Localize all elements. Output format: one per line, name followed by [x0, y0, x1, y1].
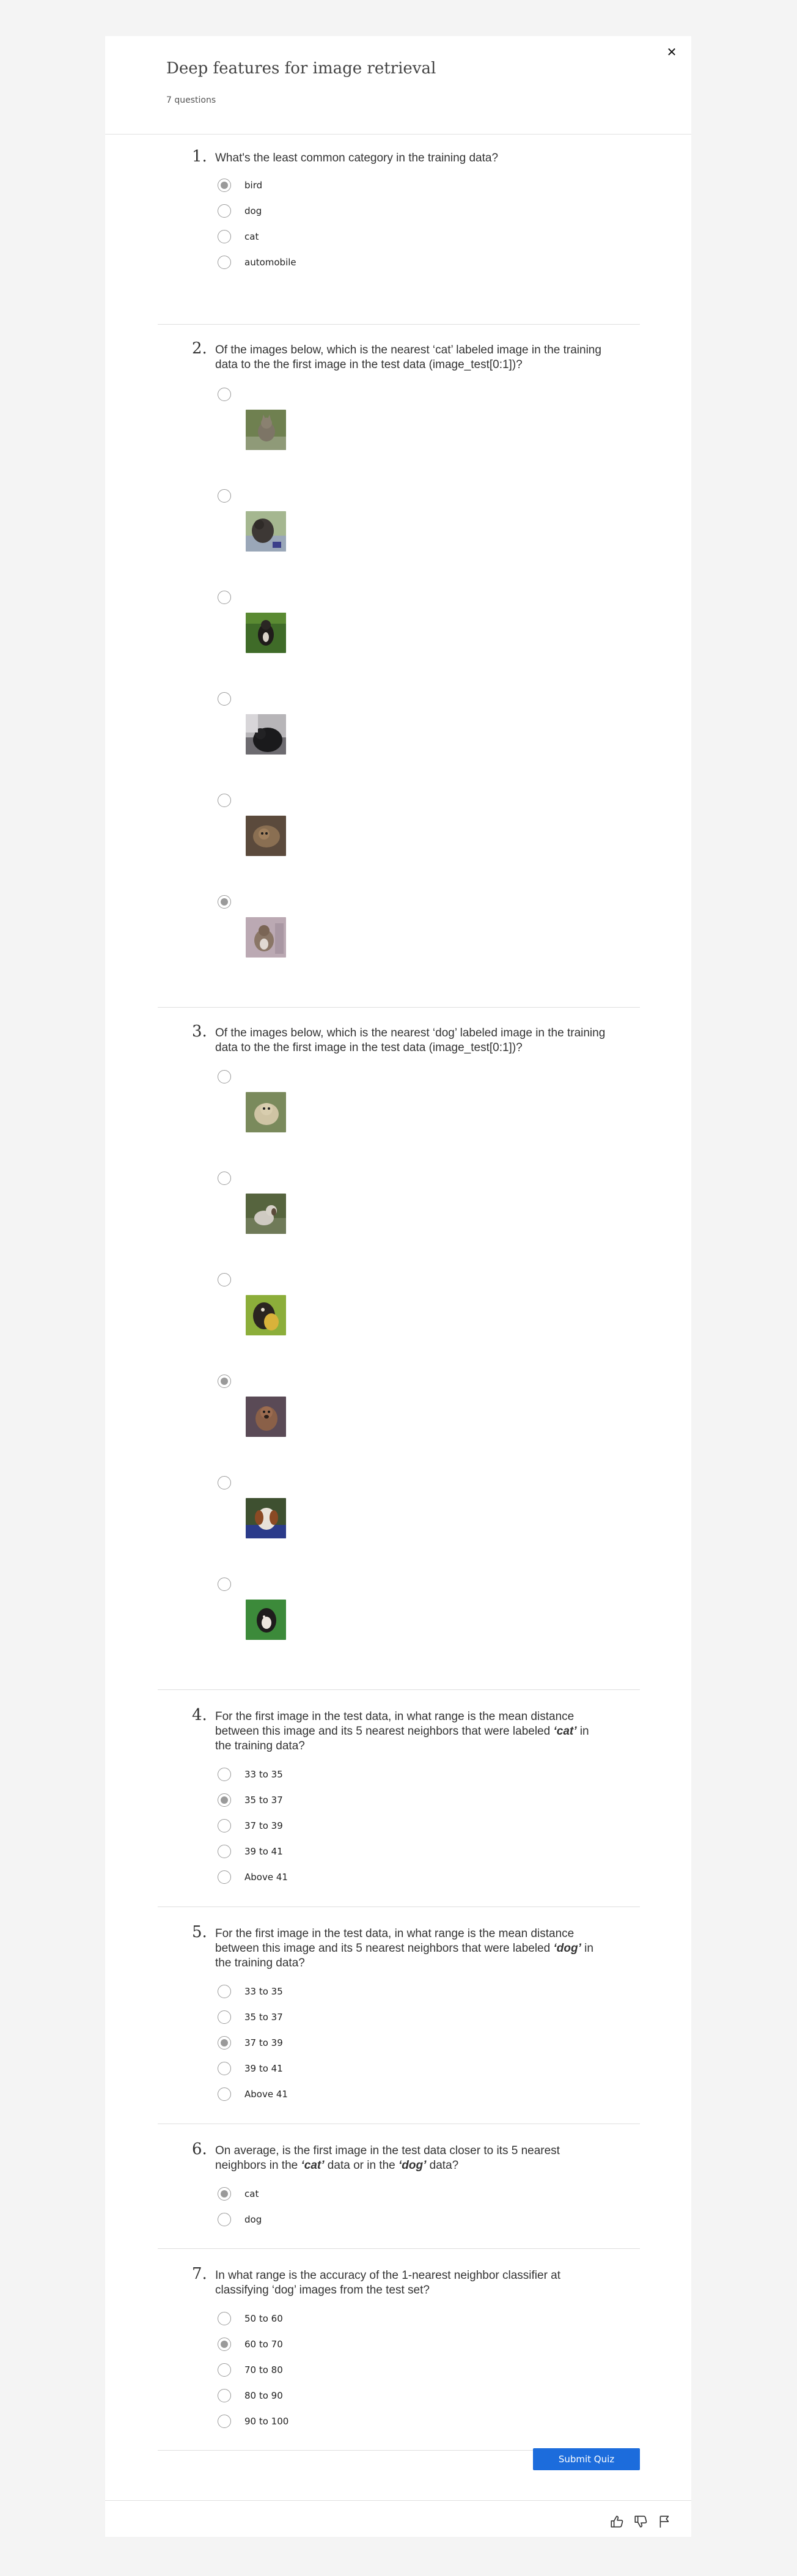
question-7: 7. In what range is the accuracy of the … — [158, 2249, 640, 2451]
close-icon[interactable]: ✕ — [664, 45, 679, 59]
question-text: What's the least common category in the … — [215, 152, 499, 164]
radio-button[interactable] — [218, 1070, 231, 1083]
radio-button[interactable] — [218, 2087, 231, 2101]
thumbs-up-icon[interactable] — [609, 2514, 625, 2530]
footer-divider — [105, 2500, 691, 2501]
radio-button[interactable] — [218, 692, 231, 706]
radio-button[interactable] — [218, 2338, 231, 2351]
radio-button[interactable] — [218, 1172, 231, 1185]
question-6: 6. On average, is the first image in the… — [158, 2124, 640, 2249]
cat-photo-1 — [246, 410, 286, 450]
question-number: 7. — [192, 2265, 207, 2283]
option-label: 80 to 90 — [244, 2390, 283, 2401]
radio-button[interactable] — [218, 1578, 231, 1591]
radio-button[interactable] — [218, 2312, 231, 2325]
radio-button[interactable] — [218, 204, 231, 218]
quiz-card: ✕ Deep features for image retrieval 7 qu… — [105, 36, 691, 2537]
radio-button[interactable] — [218, 489, 231, 503]
radio-button[interactable] — [218, 1273, 231, 1286]
cat-photo-4 — [246, 714, 286, 755]
radio-button[interactable] — [218, 256, 231, 269]
radio-button[interactable] — [218, 388, 231, 401]
thumbs-down-icon[interactable] — [633, 2514, 649, 2530]
radio-button[interactable] — [218, 895, 231, 909]
question-1: 1. What's the least common category in t… — [158, 134, 640, 325]
cat-photo-5 — [246, 816, 286, 856]
radio-button[interactable] — [218, 794, 231, 807]
dog-photo-5 — [246, 1498, 286, 1538]
radio-button[interactable] — [218, 230, 231, 243]
radio-button[interactable] — [218, 2010, 231, 2024]
option-label: 33 to 35 — [244, 1769, 283, 1780]
question-number: 5. — [192, 1923, 207, 1941]
cat-photo-6 — [246, 917, 286, 958]
radio-button[interactable] — [218, 2213, 231, 2226]
radio-button[interactable] — [218, 1985, 231, 1998]
question-text: In what range is the accuracy of the 1-n… — [215, 2269, 561, 2297]
question-number: 6. — [192, 2140, 207, 2158]
radio-button[interactable] — [218, 2062, 231, 2075]
quiz-title: Deep features for image retrieval — [166, 59, 436, 78]
option-label: automobile — [244, 257, 296, 268]
option-label: 37 to 39 — [244, 2037, 283, 2048]
question-number: 2. — [192, 339, 207, 358]
radio-button[interactable] — [218, 1793, 231, 1807]
cat-photo-3 — [246, 613, 286, 653]
radio-button[interactable] — [218, 1476, 231, 1489]
radio-button[interactable] — [218, 1819, 231, 1832]
option-label: 35 to 37 — [244, 2012, 283, 2023]
cat-photo-2 — [246, 511, 286, 552]
option-label: 33 to 35 — [244, 1986, 283, 1997]
radio-button[interactable] — [218, 2036, 231, 2050]
radio-button[interactable] — [218, 1768, 231, 1781]
option-label: cat — [244, 231, 259, 242]
option-label: 70 to 80 — [244, 2364, 283, 2375]
option-label: 60 to 70 — [244, 2339, 283, 2350]
option-label: 35 to 37 — [244, 1795, 283, 1806]
question-5: 5. For the first image in the test data,… — [158, 1907, 640, 2124]
question-number: 4. — [192, 1706, 207, 1724]
option-label: 50 to 60 — [244, 2313, 283, 2324]
option-label: Above 41 — [244, 2089, 288, 2100]
radio-button[interactable] — [218, 179, 231, 192]
question-4: 4. For the first image in the test data,… — [158, 1690, 640, 1907]
option-label: 37 to 39 — [244, 1820, 283, 1831]
question-3: 3. Of the images below, which is the nea… — [158, 1008, 640, 1690]
radio-button[interactable] — [218, 2187, 231, 2201]
option-label: Above 41 — [244, 1872, 288, 1883]
radio-button[interactable] — [218, 2415, 231, 2428]
question-count: 7 questions — [166, 95, 216, 105]
option-label: 39 to 41 — [244, 1846, 283, 1857]
dog-photo-1 — [246, 1092, 286, 1132]
question-number: 3. — [192, 1022, 207, 1041]
dog-photo-6 — [246, 1600, 286, 1640]
question-number: 1. — [192, 147, 207, 166]
question-text: Of the images below, which is the neares… — [215, 344, 601, 371]
dog-photo-3 — [246, 1295, 286, 1335]
radio-button[interactable] — [218, 1845, 231, 1858]
question-text: For the first image in the test data, in… — [215, 1710, 589, 1752]
option-label: cat — [244, 2188, 259, 2199]
option-label: dog — [244, 205, 262, 216]
option-label: dog — [244, 2214, 262, 2225]
option-label: 90 to 100 — [244, 2416, 289, 2427]
dog-photo-4 — [246, 1397, 286, 1437]
radio-button[interactable] — [218, 2363, 231, 2377]
radio-button[interactable] — [218, 1375, 231, 1388]
radio-button[interactable] — [218, 591, 231, 604]
radio-button[interactable] — [218, 1870, 231, 1884]
question-text: For the first image in the test data, in… — [215, 1927, 593, 1969]
question-2: 2. Of the images below, which is the nea… — [158, 325, 640, 1008]
radio-button[interactable] — [218, 2389, 231, 2402]
dog-photo-2 — [246, 1194, 286, 1234]
question-text: On average, is the first image in the te… — [215, 2144, 560, 2172]
option-label: bird — [244, 180, 263, 191]
flag-icon[interactable] — [657, 2514, 673, 2530]
submit-quiz-button[interactable]: Submit Quiz — [533, 2448, 640, 2470]
question-text: Of the images below, which is the neares… — [215, 1027, 606, 1054]
question-list: 1. What's the least common category in t… — [158, 134, 640, 2451]
option-label: 39 to 41 — [244, 2063, 283, 2074]
